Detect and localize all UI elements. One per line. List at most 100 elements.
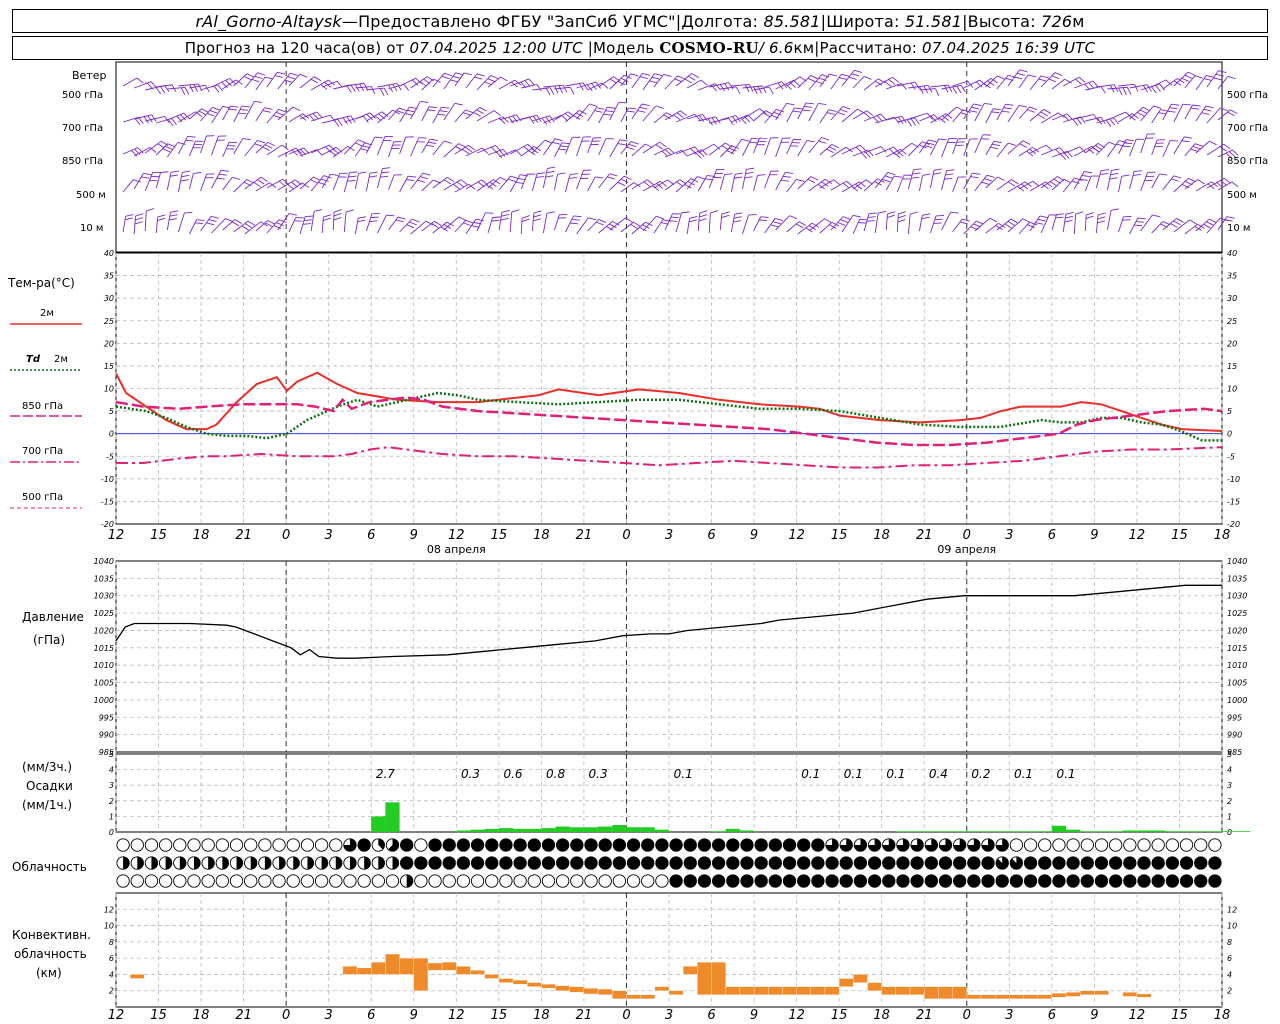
wind-barb	[255, 182, 277, 192]
wind-barb	[1129, 84, 1152, 93]
y-tick-label: 5	[109, 750, 114, 759]
wind-barb	[1095, 212, 1106, 234]
wind-barb	[653, 147, 675, 157]
precip-total-label: 0.1	[1056, 767, 1075, 781]
precip-bar	[980, 831, 996, 832]
cloud-symbol	[768, 874, 782, 888]
conv-cloud-bar	[895, 986, 911, 995]
conv-cloud-bar	[484, 974, 499, 979]
precip-bar	[1193, 831, 1208, 832]
wind-barb	[554, 111, 575, 121]
cloud-symbol	[414, 838, 428, 852]
y-tick-label-right: 995	[1227, 713, 1242, 722]
wind-barb	[808, 74, 830, 91]
cloud-symbol	[357, 856, 371, 870]
wind-barb	[1151, 109, 1169, 124]
wind-level-label: 500 м	[76, 190, 106, 201]
conv-cloud-bar	[1065, 992, 1081, 997]
legend-td-label: Td	[26, 354, 41, 365]
cloud-symbol	[187, 856, 201, 870]
y-tick-label-right: 40	[1227, 249, 1237, 258]
precipitation-chart: 2.7 0.3 0.6 0.8 0.3 0.1 0.1 0.1 0.1 0.4 0.2 0.1 0.1	[371, 767, 1251, 832]
cloud-symbol	[655, 838, 669, 852]
wind-barb	[365, 171, 378, 192]
cloud-symbol	[612, 874, 627, 888]
wind-barb	[642, 105, 664, 122]
wind-title: Ветер	[72, 69, 106, 82]
y-tick-label: 4	[109, 970, 114, 979]
y-tick-label: 10	[104, 922, 114, 931]
cloud-symbol	[343, 874, 357, 888]
y-tick-label-right: 30	[1227, 294, 1237, 303]
cloud-symbol	[229, 874, 244, 888]
cloud-symbol	[173, 838, 187, 852]
cloud-symbol	[215, 838, 229, 852]
cloud-symbol	[612, 838, 627, 852]
wind-barb	[753, 216, 769, 232]
cloud-symbol	[924, 856, 938, 870]
precip-total-label: 0.1	[886, 767, 905, 781]
legend-label-td: 2м	[54, 354, 68, 365]
wind-barb	[664, 213, 681, 231]
conv-cloud-bar	[824, 986, 840, 995]
cloud-symbol	[896, 856, 910, 870]
conv-cloud-bar	[1122, 992, 1138, 997]
cloud-symbol	[1179, 838, 1194, 852]
conv-cloud-bar	[342, 966, 358, 975]
precip-total-label: 0.1	[674, 767, 693, 781]
wind-barb	[542, 166, 556, 189]
cloud-symbol	[371, 874, 385, 888]
cloud-symbol	[244, 874, 258, 888]
wind-barb	[1151, 221, 1171, 234]
wind-barb	[1040, 72, 1063, 88]
wind-level-label-right: 10 м	[1227, 223, 1250, 234]
hour-label: 21	[916, 528, 933, 543]
hour-label: 3	[1005, 1008, 1013, 1023]
wind-barb	[742, 167, 755, 190]
wind-barb	[565, 215, 582, 233]
conv-cloud-bar	[796, 986, 811, 995]
cloud-symbol	[513, 874, 527, 888]
cloud-symbol	[626, 838, 641, 852]
wind-barb	[708, 168, 725, 189]
y-tick-label-right: 6	[1227, 954, 1232, 963]
precip-bar	[966, 831, 981, 832]
wind-barb	[1129, 138, 1145, 157]
wind-barb	[177, 170, 191, 193]
y-tick-label: 5	[109, 407, 114, 416]
wind-barb	[1062, 212, 1074, 233]
wind-barb	[874, 211, 887, 234]
cloud-symbol	[428, 856, 442, 870]
conv-cloud-bar	[399, 957, 414, 975]
wind-barb	[719, 173, 733, 191]
wind-barb	[509, 209, 520, 233]
cloud-symbol	[641, 856, 655, 870]
cloud-symbol	[1194, 874, 1208, 888]
wind-barb	[266, 71, 286, 88]
precip-bar	[1080, 831, 1095, 832]
wind-barb	[1018, 146, 1040, 157]
conv-cloud-bar	[1009, 994, 1024, 1000]
precip-bar	[654, 829, 669, 832]
wind-barb	[885, 211, 896, 231]
hour-label: 21	[235, 528, 252, 543]
wind-barb	[354, 171, 367, 190]
wind-barb	[200, 135, 215, 154]
conv-cloud-bar	[597, 988, 613, 995]
cloud-symbol	[754, 838, 768, 852]
wind-barbs	[122, 69, 1239, 235]
cloud-symbol	[1109, 874, 1123, 888]
hour-label: 21	[576, 1008, 593, 1023]
wind-barb	[465, 73, 485, 89]
wind-barb	[388, 107, 407, 121]
cloud-title: Облачность	[12, 860, 87, 874]
cloud-symbol	[329, 874, 343, 888]
cloud-symbol	[1208, 874, 1222, 888]
conv-cloud-bar	[413, 957, 429, 991]
wind-barb	[200, 173, 215, 192]
precip-bar	[583, 827, 599, 832]
cloud-symbol	[286, 838, 300, 852]
y-tick-label: 1030	[94, 592, 114, 601]
y-tick-label-right: -5	[1227, 452, 1235, 461]
wind-barb	[189, 219, 205, 235]
